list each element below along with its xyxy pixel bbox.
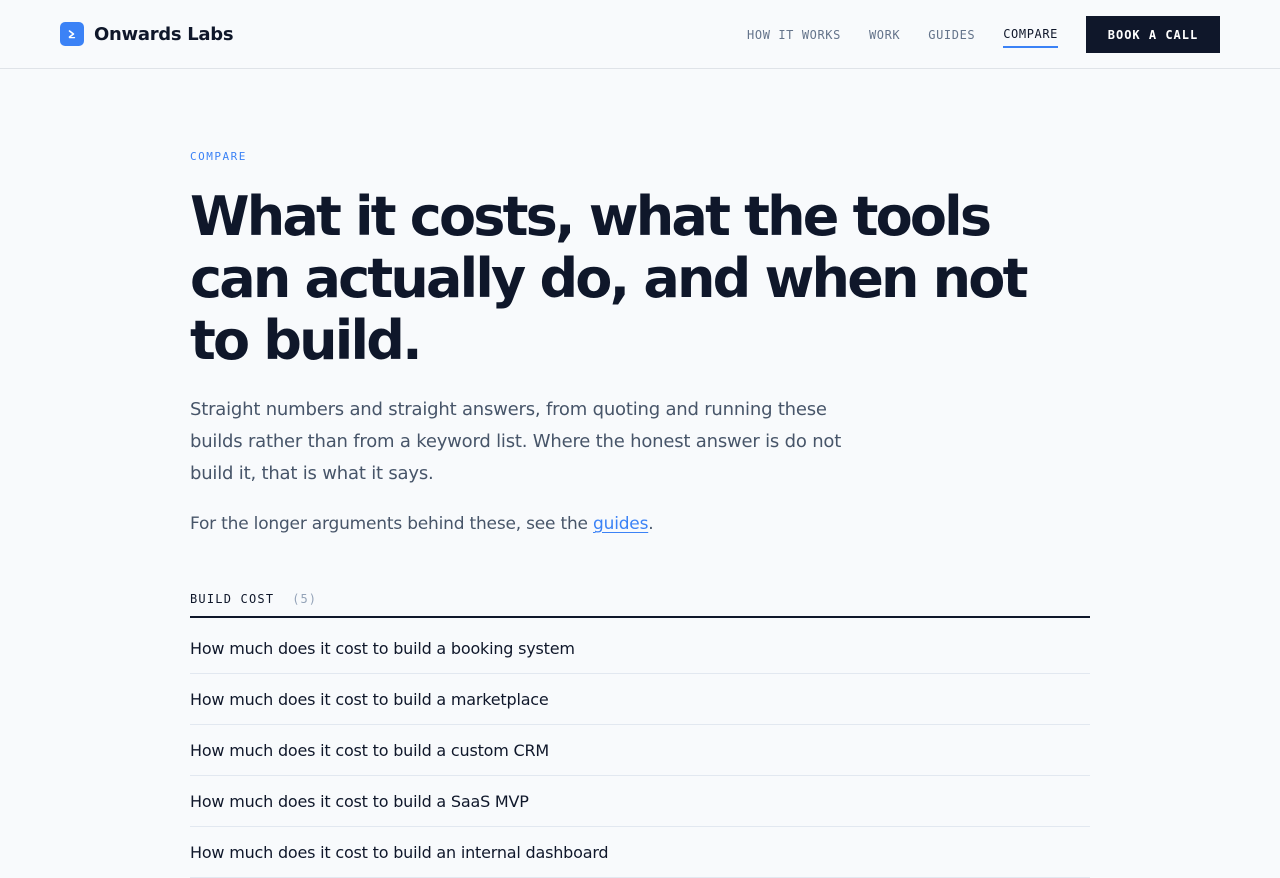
section-title: BUILD COST (190, 592, 275, 606)
guides-note-prefix: For the longer arguments behind these, s… (190, 514, 594, 534)
nav-work[interactable]: WORK (869, 25, 900, 47)
nav-guides[interactable]: GUIDES (928, 25, 975, 47)
guides-note-suffix: . (648, 514, 654, 534)
question-link[interactable]: How much does it cost to build an intern… (190, 843, 609, 862)
site-header: Onwards Labs HOW IT WORKS WORK GUIDES CO… (0, 0, 1280, 69)
page-intro: Straight numbers and straight answers, f… (190, 399, 842, 484)
question-list: How much does it cost to build a booking… (190, 623, 1090, 878)
guides-link[interactable]: guides (593, 514, 648, 534)
list-item: How much does it cost to build an intern… (190, 827, 1090, 878)
section-header: BUILD COST (5) (190, 590, 1090, 618)
question-link[interactable]: How much does it cost to build a marketp… (190, 690, 549, 709)
book-a-call-button[interactable]: BOOK A CALL (1086, 16, 1220, 53)
list-item: How much does it cost to build a booking… (190, 623, 1090, 674)
page-title: What it costs, what the tools can actual… (190, 185, 1028, 372)
question-link[interactable]: How much does it cost to build a booking… (190, 639, 575, 658)
main-nav: HOW IT WORKS WORK GUIDES COMPARE (747, 24, 1058, 48)
nav-how-it-works[interactable]: HOW IT WORKS (747, 25, 841, 47)
page-eyebrow: COMPARE (190, 150, 247, 163)
question-link[interactable]: How much does it cost to build a custom … (190, 741, 549, 760)
brand-name: Onwards Labs (94, 23, 234, 45)
list-item: How much does it cost to build a custom … (190, 725, 1090, 776)
brand-logo-link[interactable]: Onwards Labs (60, 22, 234, 46)
question-link[interactable]: How much does it cost to build a SaaS MV… (190, 792, 529, 811)
section-count: (5) (292, 592, 317, 606)
nav-compare[interactable]: COMPARE (1003, 24, 1058, 48)
list-item: How much does it cost to build a marketp… (190, 674, 1090, 725)
guides-note: For the longer arguments behind these, s… (190, 510, 654, 538)
list-item: How much does it cost to build a SaaS MV… (190, 776, 1090, 827)
chevron-right-icon (60, 22, 84, 46)
